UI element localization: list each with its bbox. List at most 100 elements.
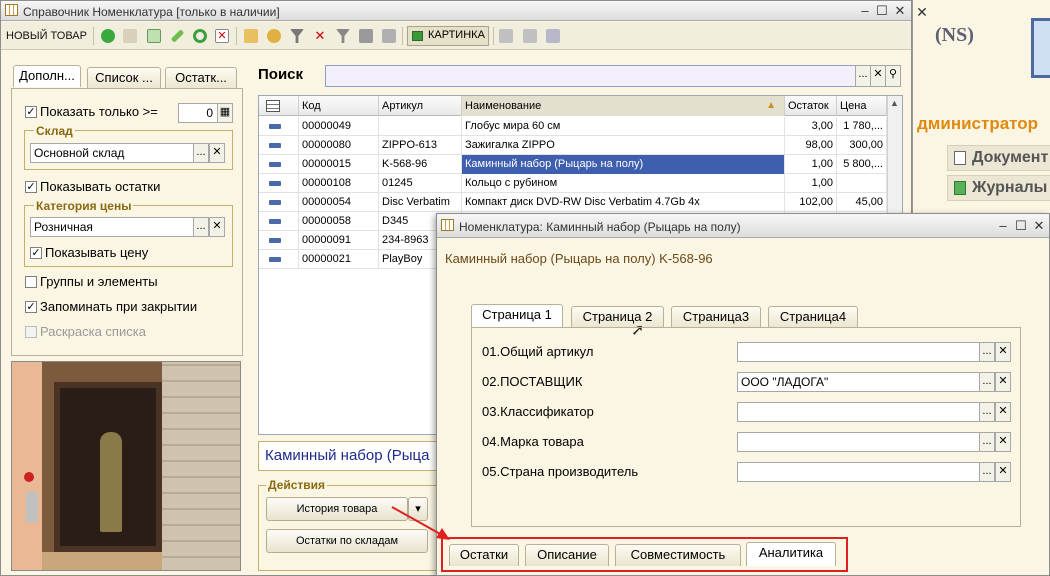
monitor-icon xyxy=(1031,18,1050,78)
document-icon xyxy=(954,151,966,165)
warehouse-select-button[interactable]: ... xyxy=(193,143,209,163)
remember-checkbox[interactable]: ✓ xyxy=(25,301,37,313)
column-icon-header[interactable] xyxy=(259,96,299,116)
add-folder-icon[interactable] xyxy=(123,29,137,43)
column-header[interactable]: Цена xyxy=(837,96,887,116)
item-icon xyxy=(269,181,281,186)
search-input[interactable] xyxy=(325,65,856,87)
field-input[interactable]: ООО "ЛАДОГА" xyxy=(737,372,980,392)
show-only-label: Показать только >= xyxy=(40,104,158,119)
minimize-icon[interactable]: – xyxy=(995,218,1011,233)
find-icon[interactable] xyxy=(267,29,281,43)
field-select-button[interactable]: ... xyxy=(979,342,995,362)
coloring-checkbox[interactable] xyxy=(25,326,37,338)
groups-elements-checkbox[interactable] xyxy=(25,276,37,288)
picture-icon xyxy=(412,31,423,41)
edit-icon[interactable] xyxy=(170,29,185,43)
copy-icon[interactable] xyxy=(147,29,161,43)
sidebar-item-documents[interactable]: Документ xyxy=(947,145,1050,171)
detail-window-title: Номенклатура: Каминный набор (Рыцарь на … xyxy=(459,220,741,234)
tab-additional[interactable]: Дополн... xyxy=(13,65,81,87)
table-cell: 300,00 xyxy=(837,136,887,155)
tab-compatibility[interactable]: Совместимость xyxy=(615,544,741,566)
price-category-field[interactable]: Розничная xyxy=(30,217,194,237)
column-header-sorted[interactable]: Наименование ▲ xyxy=(462,96,785,116)
field-clear-button[interactable]: ✕ xyxy=(995,372,1011,392)
select-icon[interactable] xyxy=(546,29,560,43)
minimize-icon[interactable]: – xyxy=(857,3,873,18)
table-cell xyxy=(837,174,887,193)
search-clear-button[interactable]: ✕ xyxy=(870,65,886,87)
field-label: 03.Классификатор xyxy=(482,404,594,419)
field-clear-button[interactable]: ✕ xyxy=(995,402,1011,422)
field-clear-button[interactable]: ✕ xyxy=(995,432,1011,452)
search-label: Поиск xyxy=(258,66,304,83)
main-toolbar: НОВЫЙ ТОВАР ✕ ✕ КАРТИНКА xyxy=(1,22,911,50)
move-down-icon[interactable] xyxy=(523,29,537,43)
tab-list[interactable]: Список ... xyxy=(87,67,161,89)
tab-stock[interactable]: Остатки xyxy=(449,544,519,566)
field-select-button[interactable]: ... xyxy=(979,432,995,452)
show-stock-checkbox[interactable]: ✓ xyxy=(25,181,37,193)
field-input[interactable] xyxy=(737,432,980,452)
table-row[interactable]: 00000108 01245 Кольцо с рубином 1,00 xyxy=(259,174,887,193)
toolbar-separator xyxy=(402,27,403,45)
show-price-checkbox[interactable]: ✓ xyxy=(30,247,42,259)
price-category-clear-button[interactable]: ✕ xyxy=(209,217,225,237)
warehouse-field[interactable]: Основной склад xyxy=(30,143,194,163)
tab-page-3[interactable]: Страница3 xyxy=(671,306,761,328)
field-input[interactable] xyxy=(737,462,980,482)
field-clear-button[interactable]: ✕ xyxy=(995,342,1011,362)
hierarchy-icon[interactable] xyxy=(244,29,258,43)
close-icon[interactable]: ✕ xyxy=(892,3,908,18)
picture-button[interactable]: КАРТИНКА xyxy=(407,26,489,46)
tab-description[interactable]: Описание xyxy=(525,544,609,566)
print-icon[interactable] xyxy=(382,29,396,43)
search-icon[interactable]: ⚲ xyxy=(885,65,901,87)
filter-list-icon[interactable] xyxy=(336,29,350,43)
field-select-button[interactable]: ... xyxy=(979,372,995,392)
table-cell: 5 800,... xyxy=(837,155,887,174)
detail-heading: Каминный набор (Рыцарь на полу) K-568-96 xyxy=(445,251,713,266)
admin-label: дминистратор xyxy=(917,114,1039,133)
tab-page-1[interactable]: Страница 1 xyxy=(471,304,563,328)
field-select-button[interactable]: ... xyxy=(979,462,995,482)
field-clear-button[interactable]: ✕ xyxy=(995,462,1011,482)
photo-flower xyxy=(24,472,34,482)
tab-analytics[interactable]: Аналитика xyxy=(746,542,836,566)
column-header[interactable]: Артикул xyxy=(379,96,462,116)
filter-icon[interactable] xyxy=(290,29,304,43)
close-icon[interactable]: ✕ xyxy=(913,4,931,20)
table-row[interactable]: 00000080 ZIPPO-613 Зажигалка ZIPPO 98,00 300… xyxy=(259,136,887,155)
add-icon[interactable] xyxy=(101,29,115,43)
tab-page-2[interactable]: Страница 2 xyxy=(571,306,664,328)
field-input[interactable] xyxy=(737,402,980,422)
settings-icon[interactable] xyxy=(359,29,373,43)
maximize-icon[interactable]: ☐ xyxy=(874,3,890,18)
close-icon[interactable]: ✕ xyxy=(1031,218,1047,233)
table-row[interactable]: 00000054 Disc Verbatim Компакт диск DVD-RW… xyxy=(259,193,887,212)
show-only-input[interactable]: 0 xyxy=(178,103,218,123)
tab-page-4[interactable]: Страница4 xyxy=(768,306,858,328)
show-only-checkbox[interactable]: ✓ xyxy=(25,106,37,118)
clear-filter-icon[interactable]: ✕ xyxy=(313,29,327,43)
calculator-button[interactable]: ▦ xyxy=(217,103,233,123)
field-select-button[interactable]: ... xyxy=(979,402,995,422)
refresh-icon[interactable] xyxy=(193,29,207,43)
price-category-select-button[interactable]: ... xyxy=(193,217,209,237)
field-input[interactable] xyxy=(737,342,980,362)
warehouse-clear-button[interactable]: ✕ xyxy=(209,143,225,163)
new-item-button[interactable]: НОВЫЙ ТОВАР xyxy=(3,27,90,45)
sidebar-item-journals[interactable]: Журналы xyxy=(947,175,1050,201)
maximize-icon[interactable]: ☐ xyxy=(1013,218,1029,233)
search-select-button[interactable]: ... xyxy=(855,65,871,87)
table-row[interactable]: 00000015 K-568-96 Каминный набор (Рыцарь н… xyxy=(259,155,887,174)
move-up-icon[interactable] xyxy=(499,29,513,43)
delete-icon[interactable]: ✕ xyxy=(215,29,229,43)
column-header[interactable]: Остаток xyxy=(785,96,837,116)
table-row[interactable]: 00000049 Глобус мира 60 см 3,00 1 780,... xyxy=(259,117,887,136)
table-cell: 98,00 xyxy=(785,136,837,155)
tab-stock[interactable]: Остатк... xyxy=(165,67,237,89)
column-header[interactable]: Код xyxy=(299,96,379,116)
scroll-up-icon[interactable]: ▲ xyxy=(890,98,899,108)
